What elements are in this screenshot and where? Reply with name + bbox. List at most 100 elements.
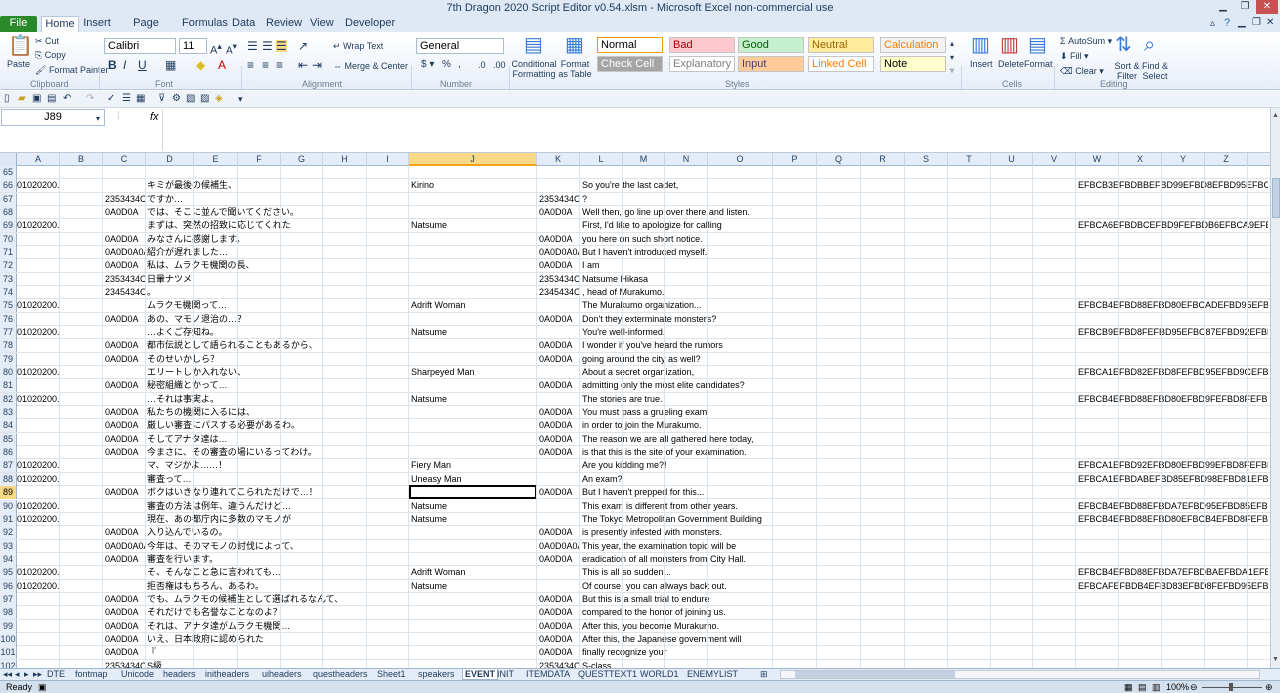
column-header-h[interactable]: H bbox=[323, 153, 367, 166]
cell-d[interactable]: S級 bbox=[147, 660, 407, 668]
row-header[interactable]: 95 bbox=[0, 566, 17, 580]
number-format-box[interactable]: General bbox=[416, 38, 504, 54]
cell-k[interactable] bbox=[539, 473, 580, 486]
cell-w[interactable] bbox=[1078, 446, 1268, 459]
cell-d[interactable]: …それは事実よ。 bbox=[147, 393, 407, 406]
cell-d[interactable]: 日暈ナツメ bbox=[147, 273, 407, 286]
cell-d[interactable]: 審査の方法は例年、違うんだけど… bbox=[147, 500, 407, 513]
cell-k[interactable]: 0A0D0A bbox=[539, 233, 580, 246]
cell-c[interactable] bbox=[105, 179, 146, 192]
row-header[interactable]: 85 bbox=[0, 432, 17, 446]
cell-d[interactable]: 私たちの機関に入るには、 bbox=[147, 406, 407, 419]
cell-a[interactable]: 01020200. 11 bbox=[17, 580, 59, 593]
cell-d[interactable]: 現在、あの都庁内に多数のマモノが bbox=[147, 513, 407, 526]
cell-c[interactable] bbox=[105, 473, 146, 486]
cell-j[interactable]: Natsume bbox=[411, 513, 537, 526]
increase-decimal-icon[interactable]: .0 bbox=[478, 59, 486, 71]
tab-data[interactable]: Data bbox=[232, 16, 255, 32]
normal-view-icon[interactable]: ▦ bbox=[1124, 681, 1133, 693]
cell-j[interactable]: Uneasy Man bbox=[411, 473, 537, 486]
prev-sheet-icon[interactable]: ◂ bbox=[15, 669, 20, 680]
cell-c[interactable] bbox=[105, 299, 146, 312]
cell-c[interactable]: 0A0D0A bbox=[105, 433, 146, 446]
cell-l[interactable]: This exam is different from other years. bbox=[582, 500, 792, 513]
cell-a[interactable] bbox=[17, 339, 59, 352]
cell-d[interactable]: 『 bbox=[147, 646, 407, 659]
cell-j[interactable] bbox=[411, 593, 537, 606]
cell-l[interactable]: The reason we are all gathered here toda… bbox=[582, 433, 792, 446]
cell-c[interactable] bbox=[105, 366, 146, 379]
tab-formulas[interactable]: Formulas bbox=[182, 16, 228, 32]
sheet-tab-world1[interactable]: WORLD1 bbox=[640, 669, 679, 680]
row-header[interactable]: 74 bbox=[0, 286, 17, 300]
align-center-icon[interactable]: ≡ bbox=[262, 59, 269, 71]
gallery-up-icon[interactable]: ▴ bbox=[950, 38, 954, 50]
increase-indent-icon[interactable]: ⇥ bbox=[312, 59, 322, 71]
ribbon-min-icon[interactable]: ▵ bbox=[1210, 18, 1215, 30]
cell-k[interactable]: 0A0D0A bbox=[539, 313, 580, 326]
align-left-icon[interactable]: ≡ bbox=[247, 59, 254, 71]
conditional-formatting-icon[interactable]: ▤ bbox=[524, 35, 543, 55]
sheet-tab-event[interactable]: EVENT bbox=[462, 669, 499, 680]
row-header[interactable]: 66 bbox=[0, 179, 17, 193]
cell-k[interactable]: 0A0D0A bbox=[539, 433, 580, 446]
cell-k[interactable] bbox=[539, 179, 580, 192]
column-header-i[interactable]: I bbox=[367, 153, 409, 166]
cell-j[interactable] bbox=[411, 606, 537, 619]
cell-d[interactable]: それだけでも名誉なことなのよ？ bbox=[147, 606, 407, 619]
currency-icon[interactable]: $ ▾ bbox=[421, 59, 434, 71]
row-header[interactable]: 76 bbox=[0, 312, 17, 326]
cell-a[interactable] bbox=[17, 286, 59, 299]
cell-a[interactable] bbox=[17, 246, 59, 259]
comma-icon[interactable]: , bbox=[458, 59, 461, 71]
cell-k[interactable]: 0A0D0A bbox=[539, 620, 580, 633]
cell-c[interactable] bbox=[105, 513, 146, 526]
cell-style-bad[interactable]: Bad bbox=[669, 37, 735, 53]
cell-a[interactable]: 01020200. 6 bbox=[17, 459, 59, 472]
cell-c[interactable]: 0A0D0A bbox=[105, 313, 146, 326]
column-header-y[interactable]: Y bbox=[1162, 153, 1205, 166]
cell-l[interactable]: you here on such short notice. bbox=[582, 233, 792, 246]
cell-w[interactable] bbox=[1078, 233, 1268, 246]
delete-cells-button[interactable]: Delete bbox=[998, 59, 1024, 69]
cell-style-input[interactable]: Input bbox=[738, 56, 804, 72]
new-sheet-icon[interactable]: ⊞ bbox=[760, 669, 768, 680]
cell-w[interactable] bbox=[1078, 606, 1268, 619]
page-layout-view-icon[interactable]: ▤ bbox=[1138, 681, 1147, 693]
cell-l[interactable]: You're well-informed. bbox=[582, 326, 792, 339]
cell-c[interactable]: 0A0D0A bbox=[105, 259, 146, 272]
picture-icon[interactable]: ▧ bbox=[186, 93, 195, 105]
cell-j[interactable]: Natsume bbox=[411, 580, 537, 593]
grow-font-icon[interactable]: A▴ bbox=[210, 40, 222, 57]
cell-l[interactable]: in order to join the Murakumo. bbox=[582, 419, 792, 432]
cell-style-normal[interactable]: Normal bbox=[597, 37, 663, 53]
cell-a[interactable] bbox=[17, 353, 59, 366]
cell-w[interactable]: EFBCB4EFBD88EFBD80EFBCADEFBD95EFBD92EI bbox=[1078, 299, 1268, 312]
cell-a[interactable] bbox=[17, 486, 59, 499]
cell-d[interactable]: 秘密組織とかって… bbox=[147, 379, 407, 392]
row-header[interactable]: 73 bbox=[0, 272, 17, 286]
row-header[interactable]: 102 bbox=[0, 659, 17, 668]
tab-insert[interactable]: Insert bbox=[83, 16, 111, 32]
cell-w[interactable] bbox=[1078, 633, 1268, 646]
cell-l[interactable]: compared to the honor of joining us. bbox=[582, 606, 792, 619]
cell-l[interactable]: admitting only the most elite candidates… bbox=[582, 379, 792, 392]
cell-j[interactable] bbox=[411, 233, 537, 246]
sort-filter-button[interactable]: Sort & Filter bbox=[1112, 61, 1142, 81]
cell-l[interactable]: Of course, you can always back out. bbox=[582, 580, 792, 593]
cell-j[interactable]: Adrift Woman bbox=[411, 566, 537, 579]
cell-j[interactable] bbox=[411, 246, 537, 259]
cell-c[interactable] bbox=[105, 580, 146, 593]
find-select-button[interactable]: Find & Select bbox=[1140, 61, 1170, 81]
cell-a[interactable] bbox=[17, 206, 59, 219]
cell-k[interactable]: 0A0D0A0A bbox=[539, 540, 580, 553]
cell-l[interactable]: An exam? bbox=[582, 473, 792, 486]
cell-l[interactable]: ? bbox=[582, 193, 792, 206]
cell-l[interactable]: , head of Murakumo. bbox=[582, 286, 792, 299]
cell-w[interactable] bbox=[1078, 620, 1268, 633]
cell-k[interactable]: 0A0D0A bbox=[539, 419, 580, 432]
row-header[interactable]: 69 bbox=[0, 219, 17, 233]
cell-style-note[interactable]: Note bbox=[880, 56, 946, 72]
wb-close-icon[interactable]: ✕ bbox=[1266, 17, 1274, 29]
filter-icon[interactable]: ⊽ bbox=[158, 93, 165, 105]
